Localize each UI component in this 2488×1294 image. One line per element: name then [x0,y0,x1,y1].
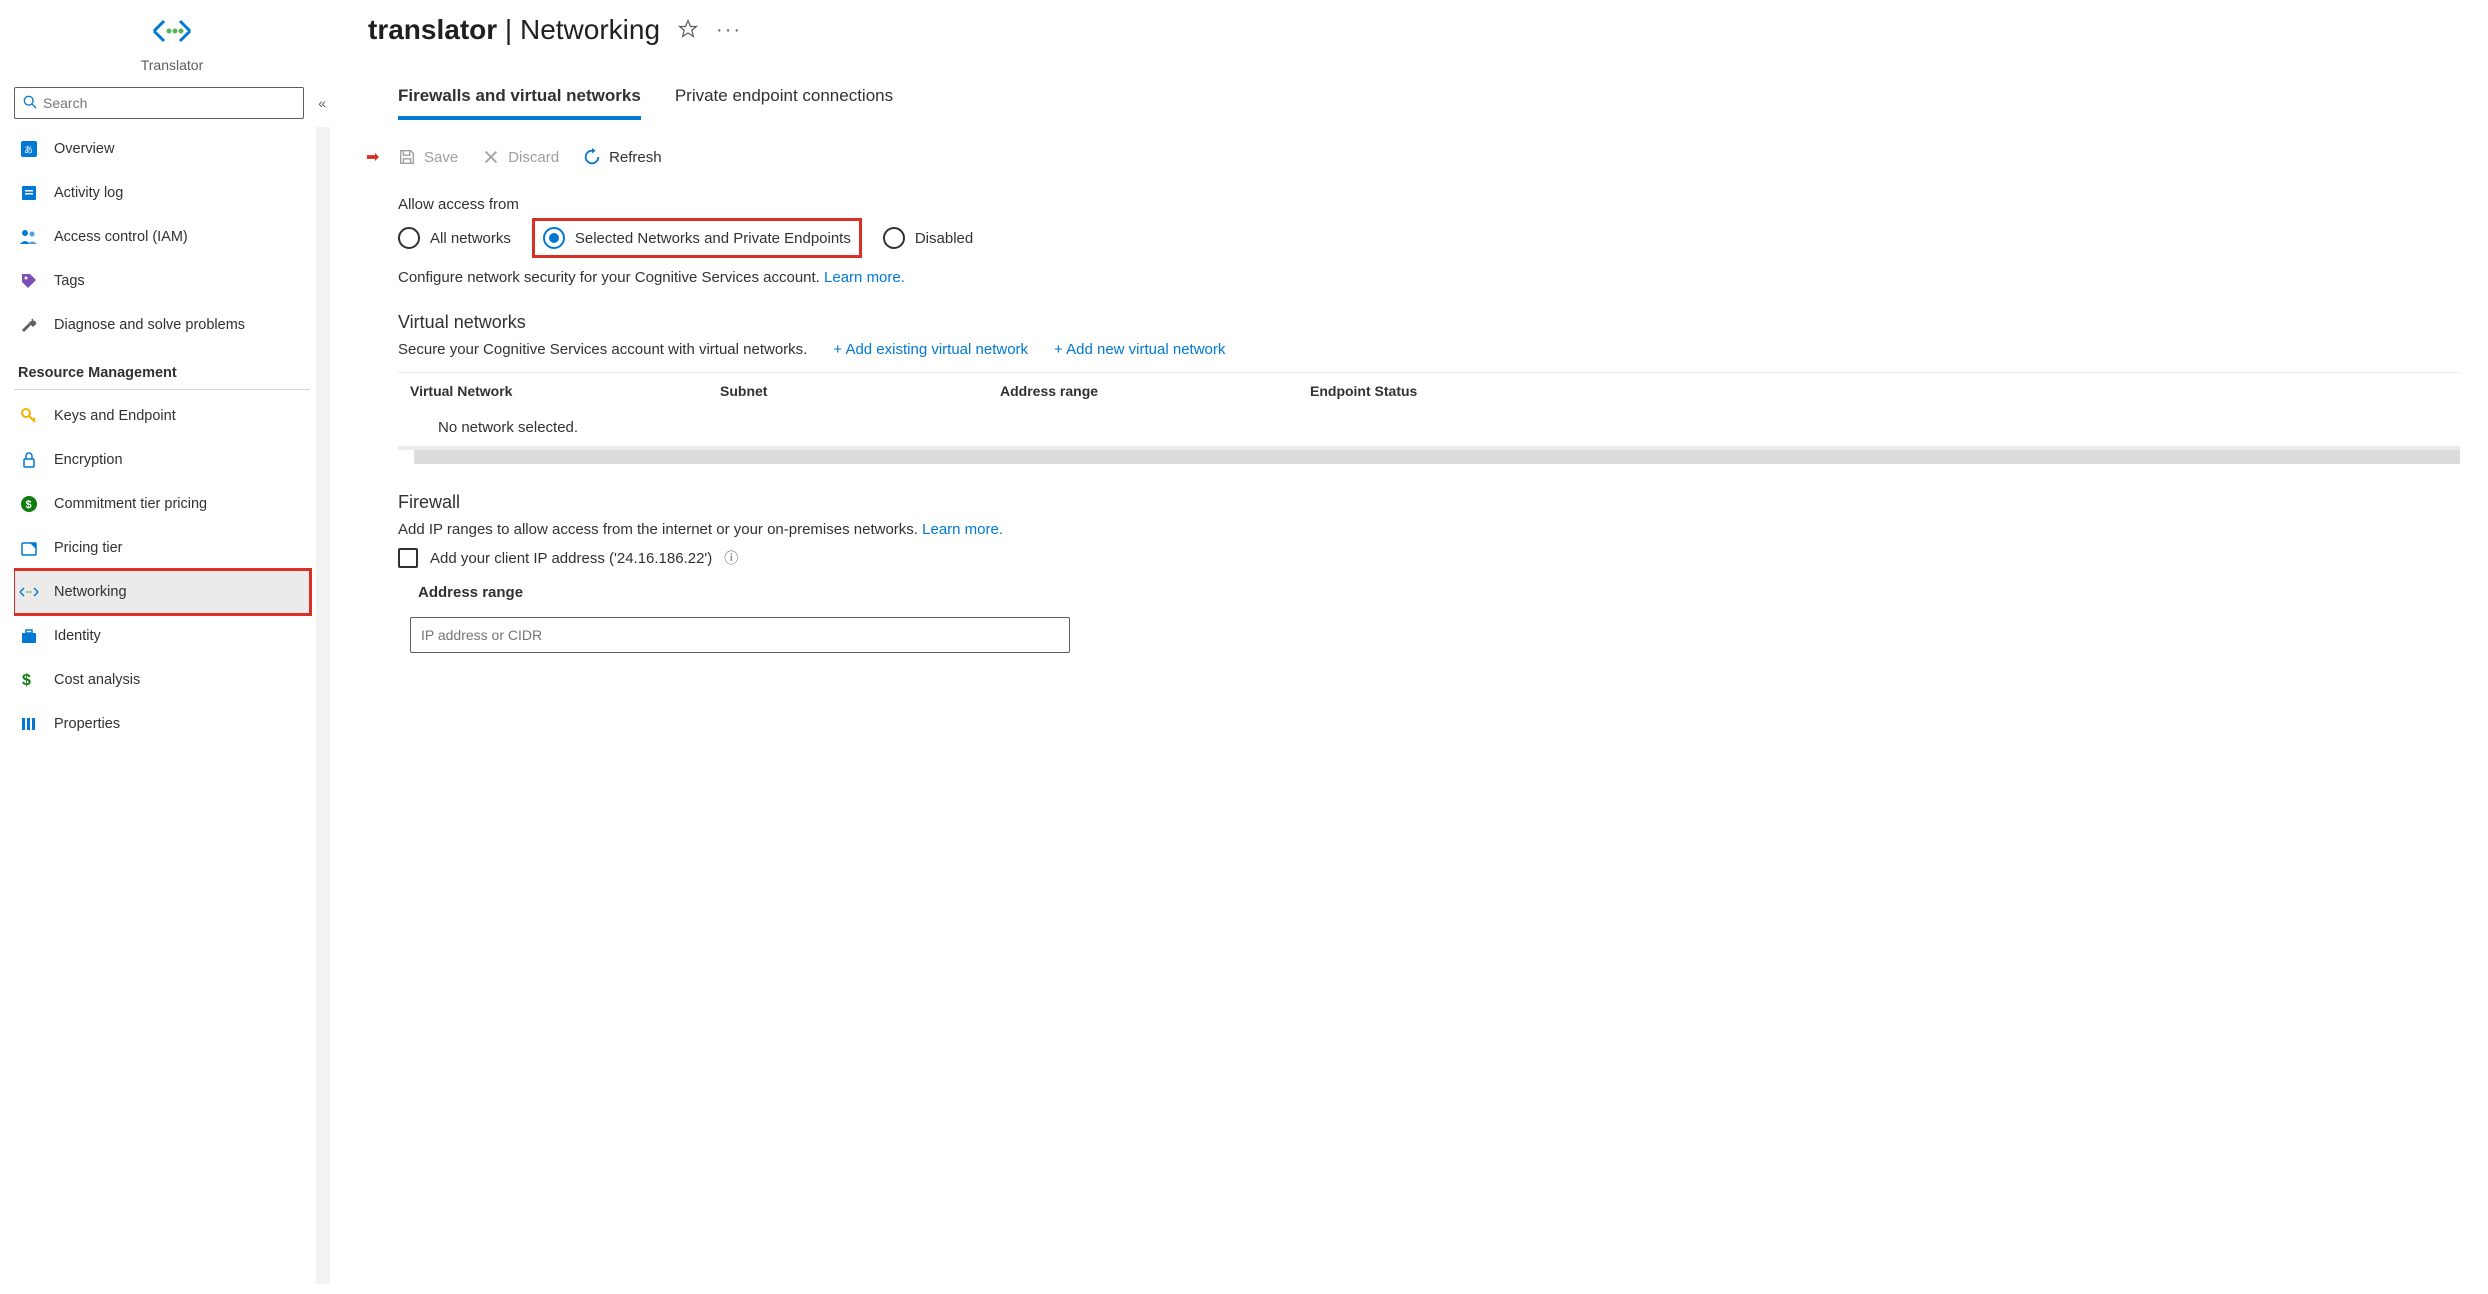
radio-icon [398,227,420,249]
dollar-circle-icon: $ [18,495,40,513]
sidebar-item-overview[interactable]: あ Overview [14,127,310,171]
col-virtual-network: Virtual Network [410,383,720,399]
key-icon [18,407,40,425]
sidebar-item-identity[interactable]: Identity [14,614,310,658]
access-radio-group: All networks Selected Networks and Priva… [398,223,2460,253]
sidebar: Translator « あ Overview Activity log Acc… [0,0,340,1294]
radio-icon [543,227,565,249]
firewall-section-title: Firewall [398,492,2460,513]
sidebar-item-label: Diagnose and solve problems [54,317,245,333]
callout-arrow-icon: ➡ [366,147,379,167]
sidebar-item-label: Encryption [54,452,123,468]
briefcase-icon [18,627,40,645]
sidebar-item-networking[interactable]: Networking [14,570,310,614]
sidebar-item-label: Keys and Endpoint [54,408,176,424]
col-address-range: Address range [1000,383,1310,399]
ip-address-input[interactable] [410,617,1070,653]
sidebar-item-label: Pricing tier [54,540,123,556]
x-icon [482,148,500,166]
svg-text:$: $ [26,499,32,511]
sidebar-item-properties[interactable]: Properties [14,702,310,746]
radio-disabled[interactable]: Disabled [883,227,973,249]
access-description: Configure network security for your Cogn… [398,269,2460,286]
refresh-icon [583,148,601,166]
add-client-ip-label: Add your client IP address ('24.16.186.2… [430,550,712,567]
sidebar-item-label: Overview [54,141,114,157]
radio-selected-networks[interactable]: Selected Networks and Private Endpoints [537,223,857,253]
info-icon[interactable]: ⓘ [724,548,738,568]
search-icon [23,95,37,112]
people-icon [18,228,40,246]
sidebar-item-label: Access control (IAM) [54,229,188,245]
learn-more-link[interactable]: Learn more. [824,269,905,286]
toolbar: ➡ Save Discard Refresh [398,148,2460,166]
tab-private-endpoints[interactable]: Private endpoint connections [675,86,893,120]
vnet-section-title: Virtual networks [398,312,2460,333]
add-client-ip-checkbox[interactable] [398,548,418,568]
resource-type-label: Translator [141,57,204,73]
sidebar-item-label: Cost analysis [54,672,140,688]
sidebar-item-label: Tags [54,273,85,289]
sidebar-item-label: Commitment tier pricing [54,496,207,512]
tag-icon [18,272,40,290]
tab-bar: Firewalls and virtual networks Private e… [398,86,2460,120]
firewall-description: Add IP ranges to allow access from the i… [398,521,2460,538]
sidebar-item-pricing-tier[interactable]: Pricing tier [14,526,310,570]
sidebar-item-tags[interactable]: Tags [14,259,310,303]
dollar-icon: $ [18,671,40,689]
horizontal-scrollbar[interactable] [398,450,2460,464]
collapse-sidebar-button[interactable]: « [314,91,330,115]
svg-text:あ: あ [24,145,33,155]
favorite-star-icon[interactable] [678,19,698,42]
radio-icon [883,227,905,249]
sidebar-item-activity-log[interactable]: Activity log [14,171,310,215]
discard-button[interactable]: Discard [482,148,559,166]
nav-section-resource-management: Resource Management [14,347,310,390]
save-icon [398,148,416,166]
svg-text:$: $ [22,672,31,689]
sidebar-item-commitment-tier[interactable]: $ Commitment tier pricing [14,482,310,526]
sidebar-item-access-control[interactable]: Access control (IAM) [14,215,310,259]
sidebar-item-encryption[interactable]: Encryption [14,438,310,482]
allow-access-label: Allow access from [398,196,2460,213]
tab-firewalls[interactable]: Firewalls and virtual networks [398,86,641,120]
sidebar-item-label: Networking [54,584,127,600]
sidebar-search[interactable] [14,87,304,119]
address-range-label: Address range [398,584,2460,601]
save-button[interactable]: Save [398,148,458,166]
sidebar-item-diagnose[interactable]: Diagnose and solve problems [14,303,310,347]
col-endpoint-status: Endpoint Status [1310,383,2448,399]
wrench-icon [18,316,40,334]
radio-all-networks[interactable]: All networks [398,227,511,249]
refresh-button[interactable]: Refresh [583,148,662,166]
more-menu-icon[interactable]: ··· [716,19,742,42]
sidebar-search-input[interactable] [43,95,295,111]
lock-icon [18,451,40,469]
sidebar-header: Translator [14,18,330,73]
translator-icon [152,18,192,47]
vnet-empty-row: No network selected. [398,409,2460,450]
sidebar-item-cost-analysis[interactable]: $ Cost analysis [14,658,310,702]
add-new-vnet-link[interactable]: + Add new virtual network [1054,341,1225,358]
add-existing-vnet-link[interactable]: + Add existing virtual network [833,341,1028,358]
firewall-learn-more-link[interactable]: Learn more. [922,521,1003,538]
col-subnet: Subnet [720,383,1000,399]
sidebar-item-label: Identity [54,628,101,644]
vnet-table-header: Virtual Network Subnet Address range End… [398,372,2460,409]
page-title: translator | Networking [368,14,660,46]
vnet-description: Secure your Cognitive Services account w… [398,341,807,358]
pricing-icon [18,539,40,557]
overview-icon: あ [18,140,40,158]
activity-log-icon [18,184,40,202]
sidebar-item-label: Activity log [54,185,123,201]
main-content: translator | Networking ··· Firewalls an… [340,0,2488,1294]
sidebar-item-label: Properties [54,716,120,732]
properties-icon [18,715,40,733]
page-title-row: translator | Networking ··· [368,14,2460,46]
networking-icon [18,585,40,599]
sidebar-item-keys-endpoint[interactable]: Keys and Endpoint [14,394,310,438]
nav-scroll[interactable]: あ Overview Activity log Access control (… [14,127,330,1284]
